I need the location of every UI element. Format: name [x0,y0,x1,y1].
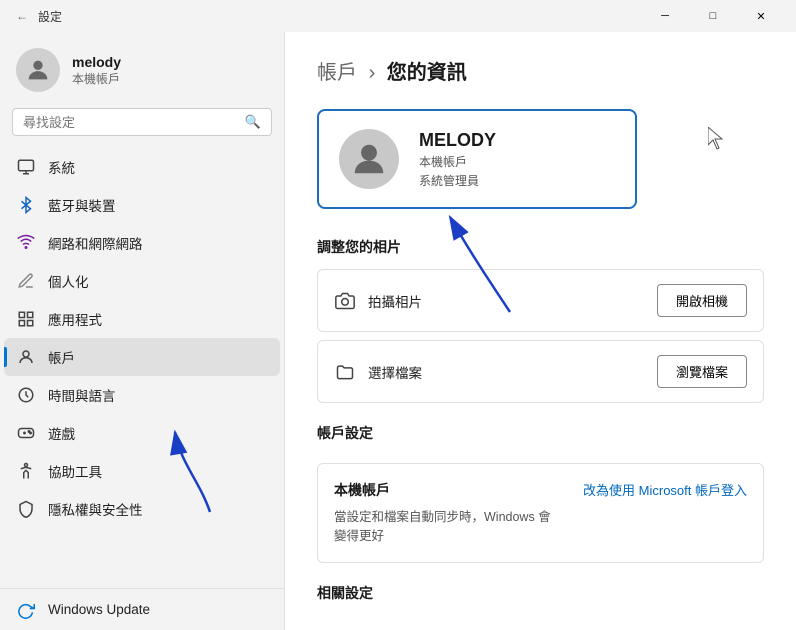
search-icon: 🔍 [245,114,261,130]
network-icon [16,233,36,253]
account-avatar [339,129,399,189]
system-icon [16,157,36,177]
account-settings-section: 帳戶設定 本機帳戶 當設定和檔案自動同步時，Windows 會變得更好 改為使用… [317,423,764,563]
minimize-button[interactable]: ─ [642,0,688,32]
sidebar-item-label: 帳戶 [48,347,75,367]
account-sub1: 本機帳戶 [419,153,496,170]
sidebar-item-label: 網路和網際網路 [48,233,143,253]
sidebar: melody 本機帳戶 🔍 系統 藍牙與裝置 [0,32,284,630]
user-name: melody [72,54,121,70]
personalization-icon [16,271,36,291]
sidebar-item-label: 藍牙與裝置 [48,195,116,215]
related-settings-title: 相關設定 [317,583,764,603]
account-settings-title: 帳戶設定 [317,423,764,443]
sidebar-item-apps[interactable]: 應用程式 [4,300,280,338]
local-account-title: 本機帳戶 [334,480,551,500]
windows-update-icon [16,600,36,620]
sidebar-item-label: 協助工具 [48,461,102,481]
accounts-icon [16,347,36,367]
account-settings-box: 本機帳戶 當設定和檔案自動同步時，Windows 會變得更好 改為使用 Micr… [317,463,764,563]
gaming-icon [16,423,36,443]
account-sub2: 系統管理員 [419,172,496,189]
nav-list: 系統 藍牙與裝置 網路和網際網路 個人化 [0,148,284,630]
camera-action-row: 拍攝相片 開啟相機 [317,269,764,332]
sidebar-item-bluetooth[interactable]: 藍牙與裝置 [4,186,280,224]
open-camera-button[interactable]: 開啟相機 [657,284,747,317]
sidebar-item-system[interactable]: 系統 [4,148,280,186]
apps-icon [16,309,36,329]
sidebar-item-label: 應用程式 [48,309,102,329]
avatar [16,48,60,92]
user-profile[interactable]: melody 本機帳戶 [0,32,284,104]
user-type: 本機帳戶 [72,70,121,87]
breadcrumb-parent[interactable]: 帳戶 [317,62,357,84]
breadcrumb: 帳戶 › 您的資訊 [317,56,764,85]
maximize-button[interactable]: □ [690,0,736,32]
browse-files-button[interactable]: 瀏覽檔案 [657,355,747,388]
bluetooth-icon [16,195,36,215]
breadcrumb-separator: › [369,62,376,84]
sidebar-item-label: 時間與語言 [48,385,116,405]
privacy-icon [16,499,36,519]
app-container: melody 本機帳戶 🔍 系統 藍牙與裝置 [0,32,796,630]
account-card: MELODY 本機帳戶 系統管理員 [317,109,637,209]
camera-label: 拍攝相片 [368,291,422,311]
sidebar-item-label: 遊戲 [48,423,75,443]
file-action-row: 選擇檔案 瀏覽檔案 [317,340,764,403]
sidebar-item-time[interactable]: 時間與語言 [4,376,280,414]
account-name: MELODY [419,130,496,151]
sidebar-item-label: 隱私權與安全性 [48,499,143,519]
file-label: 選擇檔案 [368,362,422,382]
microsoft-account-link[interactable]: 改為使用 Microsoft 帳戶登入 [583,480,747,499]
windows-update-bar[interactable]: Windows Update [0,588,284,630]
windows-update-label: Windows Update [48,602,150,617]
window-controls: ─ □ ✕ [642,0,784,32]
sidebar-item-privacy[interactable]: 隱私權與安全性 [4,490,280,528]
photo-section-title: 調整您的相片 [317,237,764,257]
sidebar-item-accessibility[interactable]: 協助工具 [4,452,280,490]
search-box[interactable]: 🔍 [12,108,272,136]
account-settings-desc: 當設定和檔案自動同步時，Windows 會變得更好 [334,508,551,546]
folder-icon [334,361,356,383]
accessibility-icon [16,461,36,481]
breadcrumb-current: 您的資訊 [387,62,467,84]
time-icon [16,385,36,405]
close-button[interactable]: ✕ [738,0,784,32]
camera-icon [334,290,356,312]
sidebar-item-gaming[interactable]: 遊戲 [4,414,280,452]
search-input[interactable] [23,115,237,130]
sidebar-item-personalization[interactable]: 個人化 [4,262,280,300]
sidebar-item-label: 個人化 [48,271,89,291]
sidebar-item-accounts[interactable]: 帳戶 [4,338,280,376]
main-content: 帳戶 › 您的資訊 MELODY 本機帳戶 系統管理員 調整您的相片 [284,32,796,630]
titlebar-title: 設定 [38,8,62,25]
sidebar-item-network[interactable]: 網路和網際網路 [4,224,280,262]
back-button[interactable]: ← [16,9,28,23]
titlebar: ← 設定 ─ □ ✕ [0,0,796,32]
sidebar-item-label: 系統 [48,157,75,177]
